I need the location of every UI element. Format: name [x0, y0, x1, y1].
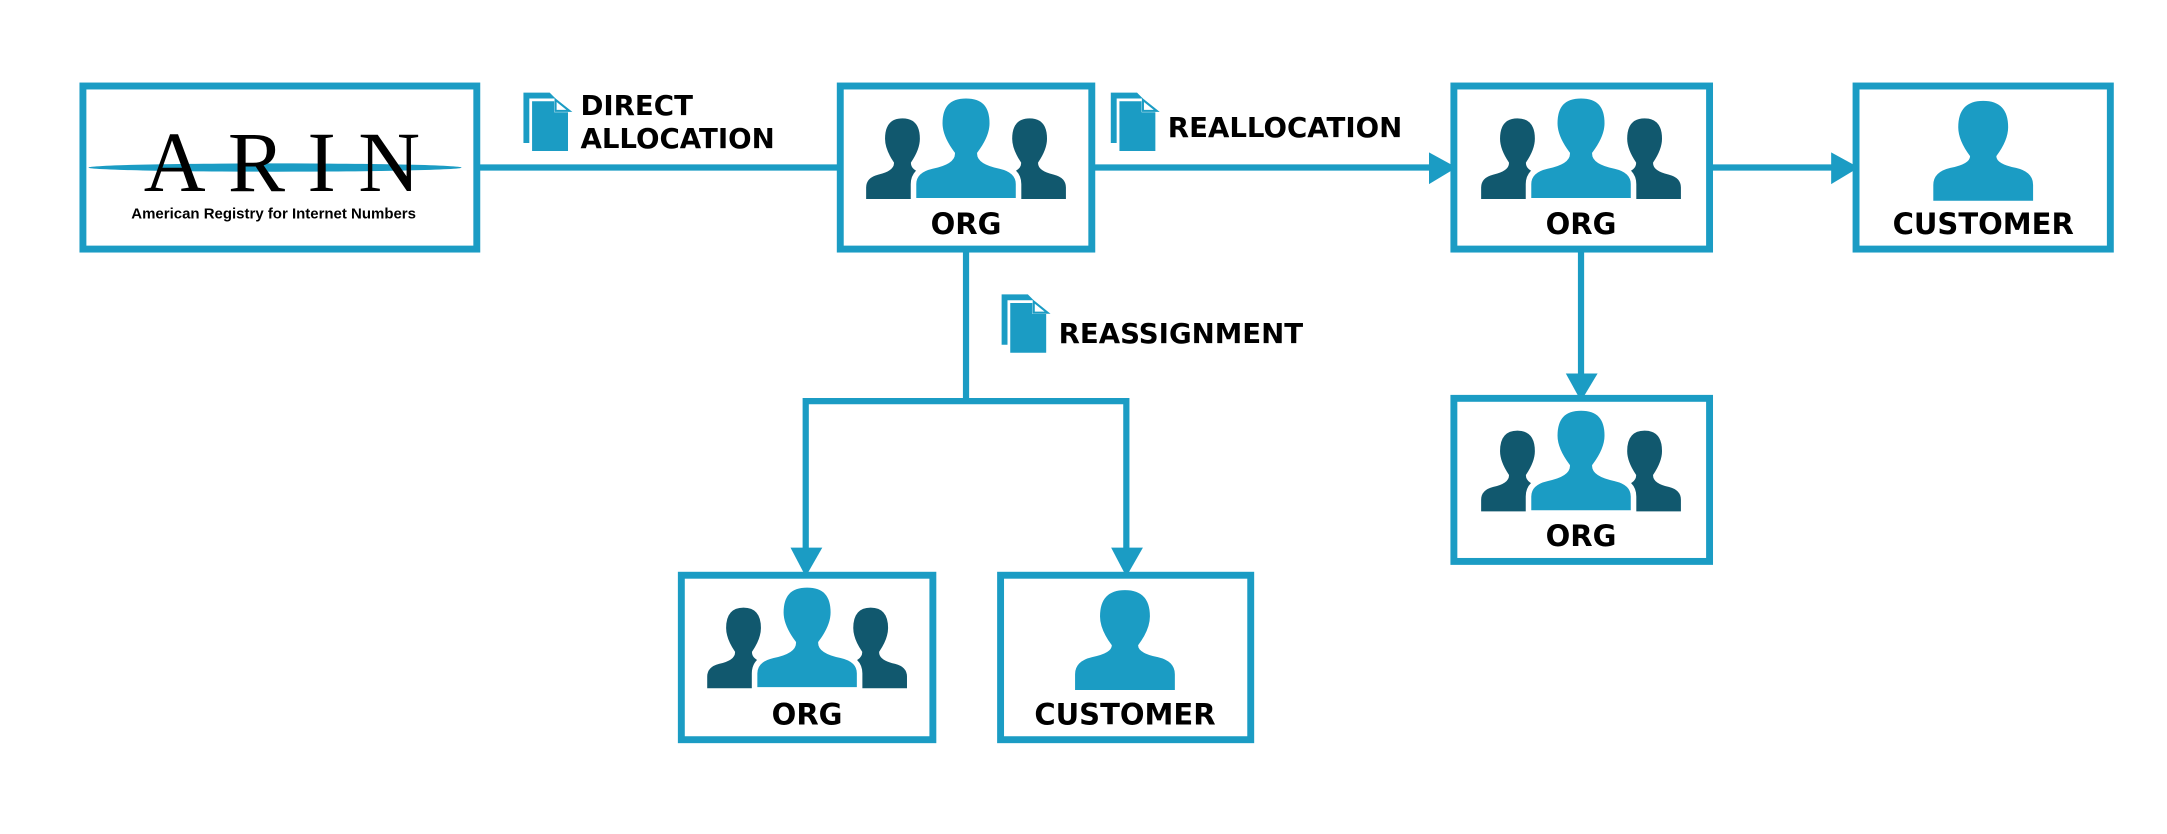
org-label: ORG: [772, 697, 843, 731]
org-node-main: ORG: [836, 82, 1096, 253]
org-node-reassignment: ORG: [677, 571, 937, 744]
direct-allocation-label-line1: DIRECT: [580, 89, 693, 122]
direct-allocation-label-line2: ALLOCATION: [580, 122, 774, 155]
diagram: ARIN American Registry for Internet Numb…: [0, 0, 2167, 834]
customer-label: CUSTOMER: [1034, 697, 1215, 731]
reallocation-label: REALLOCATION: [1168, 111, 1402, 144]
org-label: ORG: [1546, 207, 1617, 241]
customer-node-reallocation: CUSTOMER: [1852, 82, 2114, 253]
reassignment-label: REASSIGNMENT: [1059, 317, 1304, 350]
customer-label: CUSTOMER: [1893, 207, 2074, 241]
document-icon: [1108, 90, 1159, 154]
org-label: ORG: [1546, 519, 1617, 553]
arin-logo: ARIN: [144, 115, 420, 210]
org-node-reallocation: ORG: [1450, 82, 1714, 253]
customer-node-reassignment: CUSTOMER: [997, 571, 1255, 744]
allocation-diagram: ARIN American Registry for Internet Numb…: [79, 82, 2114, 744]
org-node-sub-reallocation: ORG: [1450, 394, 1714, 565]
arin-subtitle: American Registry for Internet Numbers: [131, 207, 416, 223]
org-label: ORG: [931, 207, 1002, 241]
arin-node: ARIN American Registry for Internet Numb…: [79, 82, 481, 253]
document-icon: [999, 291, 1049, 356]
connector-reassignment-branch: [802, 397, 1130, 551]
document-icon: [521, 90, 571, 154]
